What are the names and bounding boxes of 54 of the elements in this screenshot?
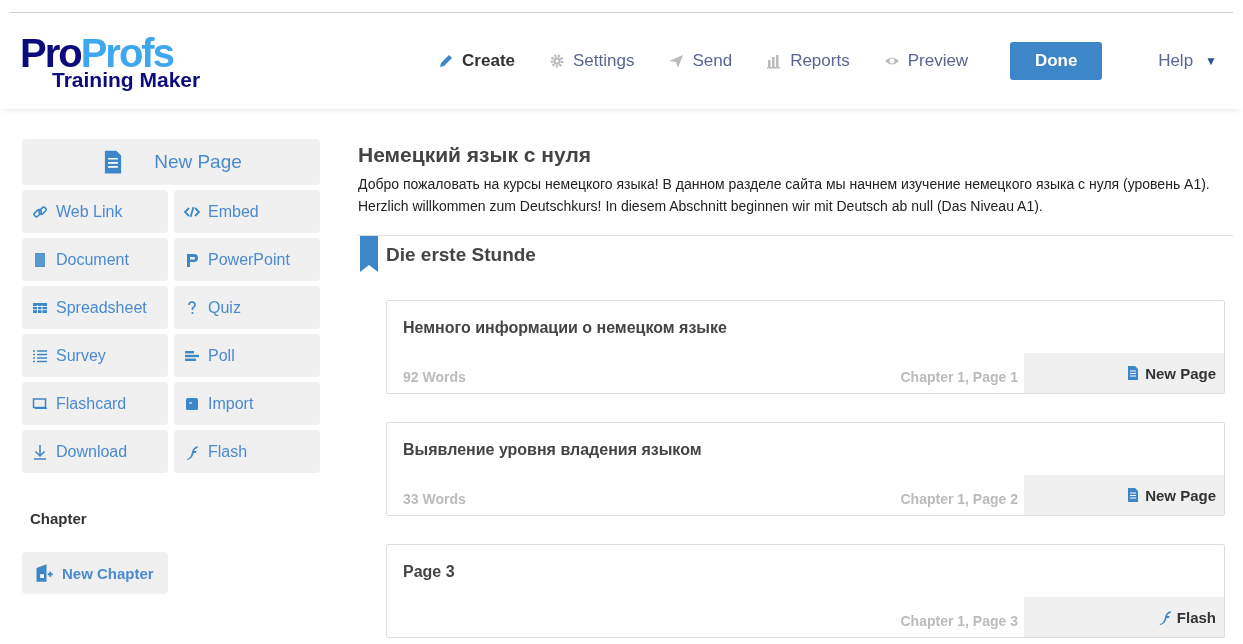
new-page-button[interactable]: New Page (22, 139, 320, 185)
link-icon (32, 203, 48, 220)
section-heading: Chapter (30, 510, 88, 527)
content-type-button[interactable]: Quiz (174, 286, 320, 329)
content-type-button[interactable]: Survey (22, 334, 168, 377)
settings-icon (549, 53, 565, 69)
content-type-button[interactable]: Flashcard (22, 382, 168, 425)
list-icon (32, 347, 48, 364)
page-card[interactable]: Page 3 Chapter 1, Page 3 Flash (386, 544, 1225, 638)
page-card[interactable]: Немного информации о немецком языке 92 Words Chapter 1, Page 1 New Page (386, 300, 1225, 394)
content-type-button[interactable]: PowerPoint (174, 238, 320, 281)
nav-tab[interactable]: Preview (883, 51, 969, 71)
paper-plane-icon (668, 53, 685, 69)
bookmark-icon (360, 236, 378, 272)
page-title: Page 3 (402, 562, 456, 581)
flash-icon (184, 443, 200, 460)
page-location: Chapter 1, Page 3 (900, 612, 1018, 629)
document-icon (32, 251, 48, 268)
chapter-add-icon (34, 563, 54, 583)
nav-tab[interactable]: Create (438, 51, 515, 71)
page-title: Немного информации о немецком языке (402, 318, 728, 337)
page-type-button[interactable]: New Page (1024, 475, 1224, 515)
help-menu[interactable]: Help ▼ (1152, 50, 1223, 72)
page-type-button[interactable]: New Page (1024, 353, 1224, 393)
content-type-button[interactable]: Document (22, 238, 168, 281)
page-card[interactable]: Выявление уровня владения языком 33 Words Chapter 1, Page 2 New Page (386, 422, 1225, 516)
chapter-title: Die erste Stunde (386, 244, 536, 266)
content-type-button[interactable]: Spreadsheet (22, 286, 168, 329)
page-location: Chapter 1, Page 1 (900, 368, 1018, 385)
content-type-button[interactable]: Web Link (22, 190, 168, 233)
card-icon (32, 395, 48, 412)
content-type-button[interactable]: Import (174, 382, 320, 425)
import-icon (184, 395, 200, 412)
course-description: Добро пожаловать на курсы немецкого языка! В данном разделе сайта мы начнем изучение немецкого языка с нуля (уровень А1). Herzlich willkommen zum Deutschkurs! In diesem Abschnitt beginnen wir mit Deutsch ab null (Das Niveau A1). (358, 175, 1211, 216)
nav-tab[interactable]: Reports (766, 51, 850, 71)
download-icon (32, 443, 48, 460)
nav-tab[interactable]: Settings (549, 51, 635, 71)
page-location: Chapter 1, Page 2 (900, 490, 1018, 507)
new-chapter-button[interactable]: New Chapter (22, 552, 168, 594)
word-count: 33 Words (403, 490, 466, 507)
p-letter-icon (184, 251, 200, 268)
content-type-button[interactable]: Poll (174, 334, 320, 377)
page-title: Выявление уровня владения языком (402, 440, 703, 459)
bar-chart-icon (766, 53, 783, 69)
content-type-button[interactable]: Flash (174, 430, 320, 473)
content-type-button[interactable]: Embed (174, 190, 320, 233)
nav-tab[interactable]: Send (668, 51, 733, 71)
page-type-button[interactable]: Flash (1024, 597, 1224, 637)
course-title: Немецкий язык с нуля (358, 143, 593, 167)
done-button[interactable]: Done (1010, 42, 1103, 80)
content-type-button[interactable]: Download (22, 430, 168, 473)
word-count: 92 Words (403, 368, 466, 385)
logo[interactable]: ProProfs Training Maker (20, 32, 201, 90)
pencil-icon (438, 53, 455, 69)
